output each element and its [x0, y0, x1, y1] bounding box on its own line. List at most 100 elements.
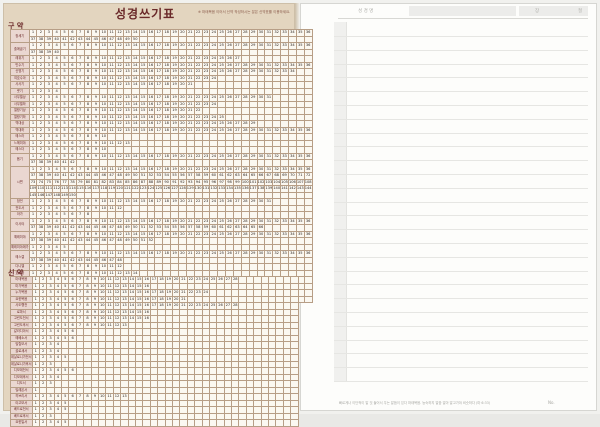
footer-note: 빠르게나 이단적이 말 것 들어서 우는 말씀이 있다 마태복음. 능숙하지 말… [339, 401, 491, 405]
chapter-cell[interactable]: 108 [303, 178, 313, 186]
book-name-cell: 출애굽기 [10, 42, 30, 56]
ruled-line [334, 36, 588, 37]
chapter-cell[interactable]: 133 [217, 185, 227, 193]
chapter-cell[interactable]: 103 [264, 178, 274, 186]
chapter-cell [253, 419, 262, 427]
chapter-cell[interactable]: 124 [146, 185, 156, 193]
chapter-cell[interactable]: 140 [272, 185, 282, 193]
chapter-cell[interactable]: 142 [287, 185, 297, 193]
chapter-cell[interactable]: 100 [240, 178, 250, 186]
chapter-cell[interactable]: 148 [52, 191, 62, 199]
chapter-cell[interactable]: 1 [31, 419, 40, 427]
chapter-cell [186, 419, 196, 427]
chapter-cell[interactable]: 137 [248, 185, 258, 193]
ruled-line [334, 215, 588, 217]
chapter-cell[interactable]: 102 [256, 178, 266, 186]
page-title: 성경쓰기표 [115, 7, 176, 21]
chapter-cell[interactable]: 106 [287, 178, 297, 186]
chapter-cell[interactable]: 101 [248, 178, 258, 186]
ruled-line [334, 325, 588, 327]
chapter-cell[interactable]: 141 [280, 185, 289, 193]
chapter-cell [164, 419, 173, 427]
chapter-cell [223, 419, 233, 427]
chapter-cell [245, 419, 255, 427]
chapter-cell[interactable]: 135 [232, 185, 242, 193]
chapter-cell[interactable]: 146 [36, 191, 46, 199]
chapter-cell[interactable]: 136 [240, 185, 250, 193]
chapter-cell[interactable]: 122 [130, 185, 140, 193]
chapter-cell[interactable]: 104 [272, 178, 282, 186]
ruled-line [334, 270, 588, 272]
chapter-cell[interactable]: 143 [295, 185, 305, 193]
chapter-cell [290, 419, 299, 427]
chapter-cell [238, 419, 247, 427]
book-row: 109 110 111 112 113 114 115 116 117 118 119 120 121 1… [11, 185, 313, 193]
chapter-cell[interactable]: 113 [60, 185, 69, 193]
book-name-cell: 예레미야 [10, 230, 30, 245]
chapter-cell[interactable]: 125 [154, 185, 164, 193]
chapter-cell [171, 419, 181, 427]
chapter-cell[interactable]: 129 [185, 185, 195, 193]
book-name-cell: 이사야 [10, 217, 30, 232]
chapter-cell[interactable]: 110 [36, 185, 46, 193]
chapter-cell[interactable]: 114 [67, 185, 77, 193]
chapter-cell [157, 419, 166, 427]
ruled-line [334, 132, 588, 134]
chapter-cell[interactable]: 149 [60, 191, 69, 199]
chapter-cell[interactable]: 131 [201, 185, 211, 193]
chapter-cell [260, 419, 270, 427]
chapter-cell[interactable]: 5 [61, 419, 70, 427]
chapter-cell [75, 419, 85, 427]
chapter-cell[interactable]: 139 [264, 185, 274, 193]
chapter-cell[interactable]: 112 [52, 185, 62, 193]
ruled-line [334, 298, 588, 300]
chapter-cell[interactable]: 107 [295, 178, 305, 186]
chapter-cell[interactable]: 128 [177, 185, 187, 193]
chapter-cell[interactable]: 3 [46, 419, 55, 427]
chapter-cell[interactable]: 109 [28, 185, 38, 193]
chapter-cell[interactable]: 119 [107, 185, 117, 193]
book-name-label: 성 경 명 [358, 9, 374, 14]
chapter-cell[interactable]: 123 [138, 185, 148, 193]
book-row: 요한일서 1 2 3 4 5 [10, 419, 299, 427]
notice-text: ※ 마태복음 이어서 신약 작성하시는 분은 신약표를 이용하세요. [198, 10, 291, 14]
ruled-line [334, 381, 588, 382]
chapter-cell[interactable]: 132 [209, 185, 219, 193]
chapter-cell [127, 419, 137, 427]
chapter-cell[interactable]: 121 [122, 185, 132, 193]
chapter-cell[interactable]: 111 [44, 185, 54, 193]
chapter-cell[interactable]: 120 [115, 185, 124, 193]
chapter-cell[interactable]: 126 [162, 185, 172, 193]
chapter-cell[interactable]: 117 [91, 185, 101, 193]
chapter-cell[interactable]: 130 [193, 185, 203, 193]
chapter-cell[interactable]: 4 [53, 419, 63, 427]
chapter-cell[interactable]: 127 [170, 185, 179, 193]
book-name-cell: 에스겔 [10, 250, 30, 264]
chapter-cell[interactable]: 150 [67, 191, 77, 199]
book-name-cell: 요한일서 [10, 419, 33, 427]
chapter-cell[interactable]: 115 [75, 185, 85, 193]
chapter-cell [282, 419, 292, 427]
chapter-cell [98, 419, 107, 427]
book-name-cell: 욥기 [10, 152, 30, 167]
book-name-cell: 창세기 [10, 29, 30, 43]
book-name-field[interactable] [409, 6, 516, 16]
ruled-line [334, 367, 588, 369]
chapter-cell [179, 419, 188, 427]
chapter-cell [68, 419, 77, 427]
chapter-cell[interactable]: 145 [28, 191, 38, 199]
chapter-cell[interactable]: 147 [44, 191, 54, 199]
ruled-line [334, 312, 588, 313]
chapter-cell[interactable]: 144 [303, 185, 313, 193]
chapter-cell [275, 419, 284, 427]
chapter-cell [268, 419, 277, 427]
chapter-cell[interactable]: 116 [83, 185, 93, 193]
chapter-cell[interactable]: 138 [256, 185, 266, 193]
chapter-cell[interactable]: 2 [38, 419, 48, 427]
chapter-cell[interactable]: 118 [99, 185, 109, 193]
chapter-cell[interactable]: 134 [225, 185, 234, 193]
ruled-line [334, 229, 588, 231]
ruled-line [334, 201, 588, 203]
chapter-cell[interactable]: 105 [280, 178, 289, 186]
page-number-label: No. [548, 400, 555, 405]
